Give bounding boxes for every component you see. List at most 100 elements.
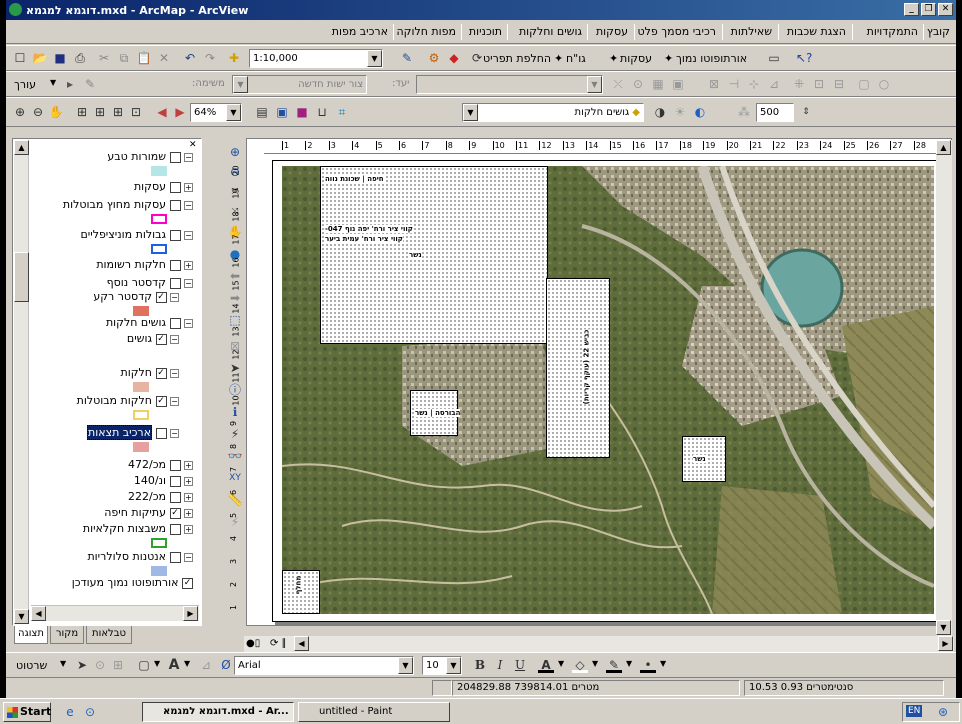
- rectangle-icon[interactable]: ▢: [856, 76, 872, 92]
- title-bar[interactable]: דוגמא למגמא.mxd - ArcMap - ArcView _ ❐ ✕: [6, 0, 956, 20]
- map-sheet-c[interactable]: כביש 22 (עוקף קריות): [546, 278, 610, 458]
- text-dropdown-icon[interactable]: ▼: [184, 659, 190, 668]
- collapse-icon[interactable]: −: [170, 334, 179, 344]
- scroll-up-icon[interactable]: ▲: [936, 140, 951, 155]
- line-color-dropdown-icon[interactable]: ▼: [626, 659, 632, 668]
- window-icon[interactable]: ▭: [766, 50, 782, 66]
- map-hscrollbar[interactable]: ●▯ ⟳ ∥ ◀ ▶: [244, 636, 954, 652]
- layer-symbol-swatch[interactable]: [133, 382, 149, 392]
- bold-icon[interactable]: B: [472, 657, 488, 673]
- language-indicator[interactable]: EN: [906, 705, 923, 717]
- fixed-zoom-in-icon[interactable]: ⊞: [110, 104, 126, 120]
- arctoolbox-icon[interactable]: ⚙: [426, 50, 442, 66]
- toc-layer-row[interactable]: − עסקות מחוץ מבוטלות: [63, 197, 193, 213]
- collapse-icon[interactable]: −: [184, 552, 193, 562]
- collapse-icon[interactable]: −: [170, 368, 179, 378]
- layer-visibility-checkbox[interactable]: [169, 475, 181, 487]
- buffer-icon[interactable]: ⁂: [736, 104, 752, 120]
- editor-menu[interactable]: עורך: [14, 78, 36, 91]
- select-elements-icon[interactable]: ➤: [74, 657, 90, 673]
- font-color-icon[interactable]: A: [538, 657, 554, 673]
- taskbar-arcmap[interactable]: דוגמא למגמא.mxd - Ar...: [142, 702, 294, 722]
- toc-layer-row[interactable]: + עסקות: [134, 179, 193, 195]
- toc-layer-row[interactable]: + ונ/140: [134, 473, 193, 489]
- chevron-down-icon[interactable]: ▼: [463, 104, 478, 121]
- line-color-icon[interactable]: ✎: [606, 657, 622, 673]
- fillet-icon[interactable]: ⊿: [766, 76, 782, 92]
- layer-visibility-checkbox[interactable]: [169, 551, 181, 563]
- scroll-right-icon[interactable]: ▶: [183, 606, 198, 621]
- edit-vertices-icon[interactable]: ⊿: [198, 657, 214, 673]
- brightness-icon[interactable]: ☀: [672, 104, 688, 120]
- help-pointer-icon[interactable]: ↖?: [796, 50, 812, 66]
- layer-visibility-checkbox[interactable]: [169, 277, 181, 289]
- layer-symbol-swatch[interactable]: [133, 442, 149, 452]
- italic-icon[interactable]: I: [492, 657, 508, 673]
- toc-layer-row[interactable]: − ✓ קדסטר רקע: [93, 289, 179, 305]
- maximize-button[interactable]: ❐: [921, 3, 936, 16]
- deals-arrow-icon[interactable]: ✦: [609, 52, 618, 65]
- close-button[interactable]: ✕: [938, 3, 953, 16]
- toc-layer-label[interactable]: חלקות רשומות: [96, 258, 166, 271]
- edit-tool-icon[interactable]: ▸: [62, 76, 78, 92]
- layer-visibility-checkbox[interactable]: ✓: [155, 291, 167, 303]
- toc-layer-row[interactable]: + מכ/222: [128, 489, 193, 505]
- buffer-input[interactable]: 500: [756, 103, 794, 122]
- menu-map-archive[interactable]: ארכיב מפות: [332, 24, 388, 42]
- add-data-icon[interactable]: ✚: [226, 50, 242, 66]
- toc-hscrollbar[interactable]: ◀ ▶: [31, 605, 199, 621]
- scale-combo[interactable]: 1:10,000 ▼: [249, 49, 383, 68]
- extend-icon[interactable]: ⊹: [746, 76, 762, 92]
- zoom-100-icon[interactable]: ⊞: [92, 104, 108, 120]
- topology-icon[interactable]: ⊠: [706, 76, 722, 92]
- zoom-in-page-icon[interactable]: ⊕: [12, 104, 28, 120]
- layer-visibility-checkbox[interactable]: ✓: [182, 577, 193, 589]
- toc-layer-label[interactable]: ארכיב תצאות: [86, 425, 152, 440]
- toc-layer-row[interactable]: − ארכיב תצאות: [86, 425, 179, 441]
- delete-icon[interactable]: ✕: [156, 50, 172, 66]
- menu-deals[interactable]: עסקות: [596, 24, 628, 42]
- map-vscrollbar[interactable]: ▲ ▼: [936, 140, 952, 636]
- split-icon[interactable]: ⤫: [610, 76, 626, 92]
- focus-frame-icon[interactable]: ▣: [274, 104, 290, 120]
- font-combo[interactable]: Arial ▼: [234, 656, 414, 675]
- orthophoto-map[interactable]: חיפה | שכונת נווה קווי ציר ורח' יפה נוף …: [282, 166, 934, 614]
- zoom-to-selected-icon[interactable]: ⊞: [110, 657, 126, 673]
- layer-symbol-swatch[interactable]: [151, 214, 167, 224]
- rotate-icon[interactable]: ⊙: [92, 657, 108, 673]
- expand-icon[interactable]: +: [184, 524, 193, 534]
- zoom-percent-combo[interactable]: 64% ▼: [190, 103, 242, 122]
- scroll-down-icon[interactable]: ▼: [936, 620, 951, 635]
- grid-icon[interactable]: ⌗: [334, 104, 350, 120]
- spinner-icon[interactable]: ⇕: [798, 104, 814, 120]
- taskbar-paint[interactable]: untitled - Paint: [298, 702, 450, 722]
- change-layout-icon[interactable]: ■: [294, 104, 310, 120]
- gah-arrow-icon[interactable]: ✦: [554, 52, 563, 65]
- menu-layout-elements[interactable]: רכיבי מסמך פלט: [637, 24, 716, 42]
- font-size-combo[interactable]: 10 ▼: [422, 656, 462, 675]
- scroll-right-icon[interactable]: ▶: [938, 636, 953, 651]
- circle-icon[interactable]: ○: [876, 76, 892, 92]
- underline-icon[interactable]: U: [512, 657, 528, 673]
- collapse-icon[interactable]: −: [184, 278, 193, 288]
- layer-visibility-checkbox[interactable]: [169, 181, 181, 193]
- font-color-dropdown-icon[interactable]: ▼: [558, 659, 564, 668]
- drawing-dropdown-icon[interactable]: ▼: [60, 659, 66, 668]
- drawing-menu[interactable]: שרטוט: [16, 659, 47, 672]
- layer-symbol-swatch[interactable]: [133, 410, 149, 420]
- toc-layer-row[interactable]: + מכ/472: [128, 457, 193, 473]
- pan-page-icon[interactable]: ✋: [48, 104, 64, 120]
- toc-layer-label[interactable]: גושים חלקות: [106, 316, 166, 329]
- deals-button[interactable]: עסקות: [620, 52, 652, 65]
- zoom-out-page-icon[interactable]: ⊖: [30, 104, 46, 120]
- tab-tables[interactable]: טבלאות: [86, 626, 132, 644]
- open-icon[interactable]: 📂: [32, 50, 48, 66]
- task-combo[interactable]: צור ישות חדשה ▼: [232, 75, 367, 94]
- layer-visibility-checkbox[interactable]: [169, 317, 181, 329]
- paste-icon[interactable]: 📋: [136, 50, 152, 66]
- toc-layer-row[interactable]: − ✓ חלקות מבוטלות: [77, 393, 179, 409]
- toc-layer-row[interactable]: + ✓ עתיקות חיפה: [104, 505, 193, 521]
- text-tool-icon[interactable]: A: [166, 657, 182, 673]
- menu-blocks-parcels[interactable]: גושים וחלקות: [519, 24, 582, 42]
- toc-layer-label[interactable]: אורתופוטו נמוך מעודכן: [72, 576, 179, 589]
